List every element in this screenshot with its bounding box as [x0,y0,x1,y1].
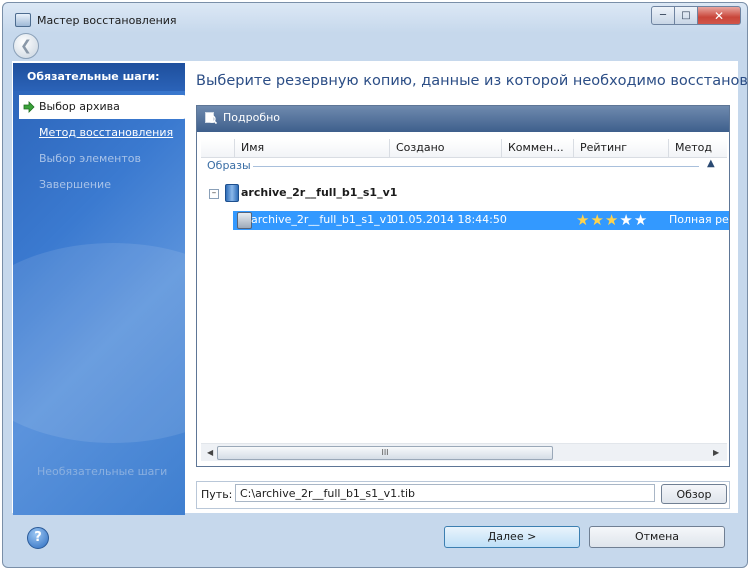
backup-file-icon [237,212,252,229]
main-content: Выберите резервную копию, данные из кото… [195,61,747,513]
panel-title: Подробно [223,111,281,124]
optional-steps-heading: Необязательные шаги [37,465,168,478]
column-header-spacer [201,139,235,157]
row-created: 01.05.2014 18:44:50 [391,213,507,226]
sidebar-item-finish: Завершение [39,178,111,191]
collapse-icon[interactable]: – [209,189,219,199]
scroll-right-icon[interactable]: ▶ [713,448,719,457]
column-header-rating[interactable]: Рейтинг [574,139,669,157]
star-icon: ★ [590,211,605,229]
maximize-icon[interactable]: □ [675,6,698,25]
minimize-icon[interactable]: ─ [651,6,675,25]
archive-icon [225,184,239,202]
title-bar: Мастер восстановления ─ □ ✕ [3,3,747,33]
group-divider [253,166,699,167]
column-headers: Имя Создано Коммен... Рейтинг Метод [201,139,727,158]
cancel-button[interactable]: Отмена [589,526,725,548]
close-icon[interactable]: ✕ [698,6,741,25]
sidebar-item-select-archive[interactable]: Выбор архива [19,95,185,119]
scrollbar-thumb[interactable]: III [217,446,553,460]
horizontal-scrollbar[interactable]: ◀ III ▶ [201,443,727,461]
row-name: archive_2r__full_b1_s1_v1 [251,213,394,226]
page-title: Выберите резервную копию, данные из кото… [196,73,748,89]
app-icon [15,13,31,27]
sidebar-decoration [13,243,185,443]
button-bar: ? Далее > Отмена [3,513,747,567]
star-empty-icon: ★ [619,211,634,229]
group-label-images: Образы [207,159,251,172]
backup-list-panel: Подробно Имя Создано Коммен... Рейтинг М… [196,105,730,467]
sidebar-item-label: Выбор архива [39,100,120,113]
green-arrow-icon [23,101,35,113]
chevron-up-icon[interactable]: ▲ [707,158,715,169]
row-rating: ★★★★★ [576,211,648,229]
star-icon: ★ [604,211,620,229]
next-button[interactable]: Далее > [444,526,580,548]
table-row[interactable]: archive_2r__full_b1_s1_v1 01.05.2014 18:… [233,211,729,230]
steps-sidebar: Обязательные шаги: Выбор архива Метод во… [13,63,185,515]
path-input[interactable]: C:\archive_2r__full_b1_s1_v1.tib [235,484,655,502]
path-bar: Путь: C:\archive_2r__full_b1_s1_v1.tib О… [196,481,730,509]
scroll-left-icon[interactable]: ◀ [207,448,213,457]
column-header-comment[interactable]: Коммен... [502,139,574,157]
window-controls: ─ □ ✕ [651,6,741,25]
details-view-icon [205,112,217,124]
wizard-client-area: Обязательные шаги: Выбор архива Метод во… [12,61,747,515]
path-label: Путь: [201,488,233,501]
back-arrow-icon[interactable]: ❮ [13,33,39,59]
help-icon[interactable]: ? [27,527,49,549]
column-header-created[interactable]: Создано [390,139,502,157]
column-header-method[interactable]: Метод [669,139,727,157]
column-header-name[interactable]: Имя [235,139,390,157]
star-empty-icon: ★ [633,211,649,229]
browse-button[interactable]: Обзор [661,484,727,504]
window-title: Мастер восстановления [37,14,177,27]
sidebar-item-select-items: Выбор элементов [39,152,141,165]
restore-wizard-window: Мастер восстановления ─ □ ✕ ❮ Обязательн… [2,2,748,568]
row-method: Полная резервная копия [669,213,729,226]
required-steps-heading: Обязательные шаги: [13,63,185,91]
star-icon: ★ [576,211,591,229]
panel-header[interactable]: Подробно [197,106,729,132]
archive-name: archive_2r__full_b1_s1_v1 [241,186,398,199]
sidebar-item-recovery-method[interactable]: Метод восстановления [13,121,185,145]
